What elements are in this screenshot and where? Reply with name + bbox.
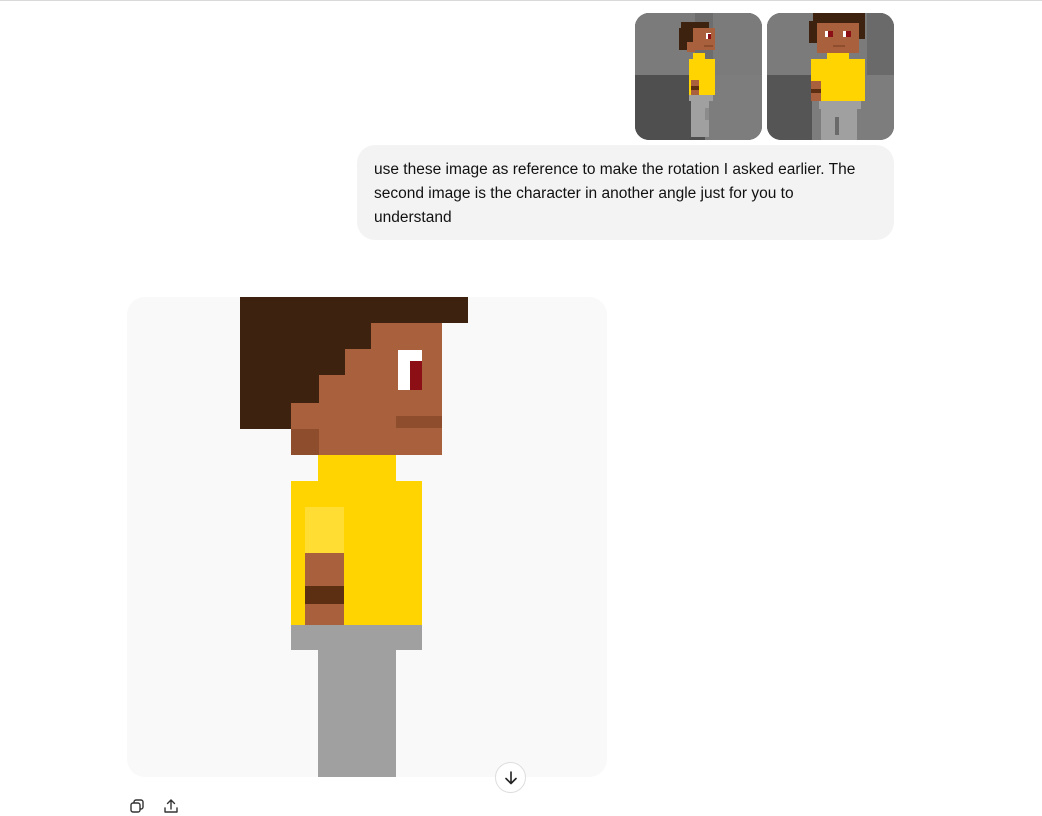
eye-pupil bbox=[410, 361, 422, 390]
face bbox=[371, 323, 442, 349]
user-message-text: use these image as reference to make the… bbox=[374, 161, 856, 226]
hair-top bbox=[240, 297, 468, 323]
scroll-down-button[interactable] bbox=[495, 762, 526, 793]
wristband bbox=[305, 586, 344, 604]
character-side-reference-image bbox=[635, 13, 762, 140]
attachment-thumbnail-side[interactable] bbox=[635, 13, 762, 140]
copy-icon bbox=[130, 799, 144, 813]
ear bbox=[291, 429, 319, 455]
share-icon bbox=[164, 799, 178, 813]
arrow-down-icon bbox=[504, 770, 517, 784]
share-button[interactable] bbox=[160, 795, 182, 816]
generated-image[interactable] bbox=[127, 297, 607, 777]
copy-button[interactable] bbox=[126, 795, 148, 816]
chat-page: use these image as reference to make the… bbox=[0, 0, 1042, 816]
attachment-thumbnail-three-quarter[interactable] bbox=[767, 13, 894, 140]
shirt-highlight bbox=[305, 507, 344, 553]
character-three-quarter-reference-image bbox=[767, 13, 894, 140]
top-divider bbox=[0, 0, 1042, 1]
pants-waist bbox=[291, 625, 422, 650]
message-actions bbox=[126, 795, 182, 816]
user-message-bubble: use these image as reference to make the… bbox=[357, 145, 894, 240]
leg bbox=[318, 650, 396, 777]
neck-collar bbox=[318, 455, 396, 481]
mouth bbox=[396, 416, 442, 428]
pixel-character-side-view bbox=[127, 297, 607, 777]
